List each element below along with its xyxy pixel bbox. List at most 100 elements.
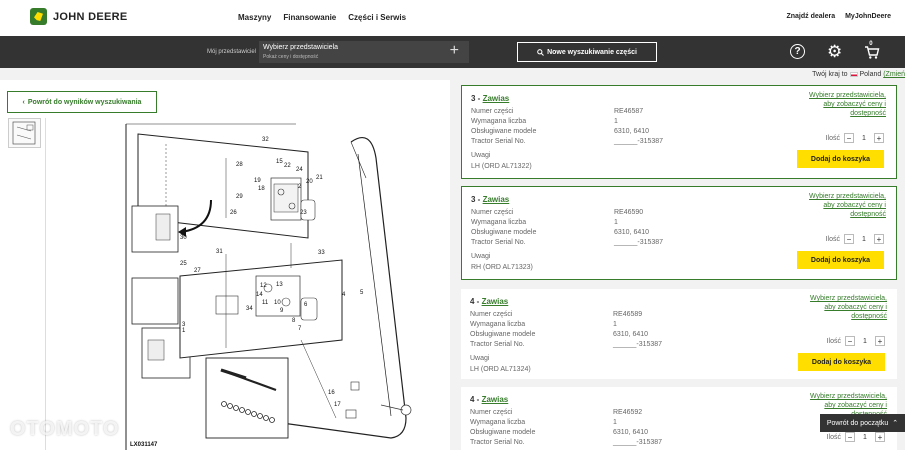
qty-increase-button[interactable]: +	[875, 336, 885, 346]
callout-label[interactable]: 15	[276, 159, 283, 165]
callout-label[interactable]: 11	[262, 300, 269, 306]
callout-label[interactable]: 22	[284, 163, 291, 169]
top-navigation: JOHN DEERE Maszyny Finansowanie Części i…	[0, 0, 905, 36]
diagram-thumbnail[interactable]	[8, 118, 41, 148]
myjohndeere-link[interactable]: MyJohnDeere	[845, 13, 891, 20]
result-part-link[interactable]: Zawias	[482, 297, 509, 306]
result-part-link[interactable]: Zawias	[483, 94, 510, 103]
callout-label[interactable]: 21	[316, 175, 323, 181]
callout-label[interactable]: 32	[262, 137, 269, 143]
callout-label[interactable]: 30	[180, 235, 187, 241]
serial-value: ______-315387	[613, 341, 663, 348]
add-to-cart-button[interactable]: Dodaj do koszyka	[797, 251, 884, 269]
qty-value[interactable]: 1	[859, 434, 871, 441]
required-qty-value: 1	[613, 419, 617, 426]
qty-value[interactable]: 1	[859, 338, 871, 345]
callout-label[interactable]: 18	[258, 186, 265, 192]
callout-label[interactable]: 12	[260, 283, 267, 289]
callout-label[interactable]: 10	[274, 300, 281, 306]
qty-value[interactable]: 1	[858, 135, 870, 142]
select-dealer-link[interactable]: Wybierz przedstawiciela, aby zobaczyć ce…	[806, 91, 886, 118]
quantity-stepper: Ilość −1 +	[826, 234, 884, 244]
add-to-cart-button[interactable]: Dodaj do koszyka	[797, 150, 884, 168]
models-label: Obsługiwane modele	[470, 331, 536, 338]
callout-label[interactable]: 19	[254, 178, 261, 184]
new-search-button[interactable]: Nowe wyszukiwanie części	[517, 42, 657, 62]
required-qty-label: Wymagana liczba	[470, 321, 526, 328]
watermark: OTOMOTO	[10, 418, 120, 440]
callout-label[interactable]: 13	[276, 282, 283, 288]
cart-icon[interactable]: 0	[864, 41, 880, 60]
parts-diagram[interactable]: 32 29 15 26 28 22 24 20 21 2 19 18 23 33 30 31 25 27 34 14 1…	[45, 118, 445, 450]
search-icon	[537, 48, 544, 56]
serial-value: ______-315387	[614, 138, 664, 145]
diagram-panel: ‹ Powrót do wyników wyszukiwania 32 29 1…	[0, 80, 450, 450]
callout-label[interactable]: 34	[246, 306, 253, 312]
callout-label[interactable]: 24	[296, 167, 303, 173]
nav-link-parts-service[interactable]: Części i Serwis	[348, 13, 406, 22]
part-number-label: Numer części	[470, 311, 513, 318]
qty-value[interactable]: 1	[858, 236, 870, 243]
callout-label[interactable]: 29	[236, 194, 243, 200]
callout-label[interactable]: 4	[342, 292, 346, 298]
qty-decrease-button[interactable]: −	[845, 336, 855, 346]
dealer-title: Wybierz przedstawiciela	[263, 44, 339, 51]
nav-link-machines[interactable]: Maszyny	[238, 13, 271, 22]
add-to-cart-button[interactable]: Dodaj do koszyka	[798, 353, 885, 371]
models-label: Obsługiwane modele	[470, 429, 536, 436]
nav-link-financing[interactable]: Finansowanie	[283, 13, 336, 22]
required-qty-label: Wymagana liczba	[471, 118, 527, 125]
serial-label: Tractor Serial No.	[471, 239, 526, 246]
quantity-stepper: Ilość −1 +	[827, 336, 885, 346]
gear-icon[interactable]: ⚙	[827, 43, 842, 60]
part-number-value: RE46590	[614, 209, 644, 216]
callout-label[interactable]: 27	[194, 268, 201, 274]
callout-label[interactable]: 20	[306, 179, 313, 185]
qty-decrease-button[interactable]: −	[845, 432, 855, 442]
part-number-label: Numer części	[471, 209, 514, 216]
notes-label: Uwagi	[471, 152, 491, 159]
result-part-link[interactable]: Zawias	[483, 195, 510, 204]
callout-label[interactable]: 16	[328, 390, 335, 396]
qty-decrease-button[interactable]: −	[844, 133, 854, 143]
toolbar-icons: ? ⚙ 0	[790, 41, 880, 60]
result-title: 4 - Zawias	[470, 297, 508, 306]
back-to-results-label: Powrót do wyników wyszukiwania	[27, 98, 142, 106]
qty-increase-button[interactable]: +	[874, 133, 884, 143]
add-to-cart-label: Dodaj do koszyka	[810, 155, 871, 163]
callout-label[interactable]: 28	[236, 162, 243, 168]
utility-links: Znajdź dealera MyJohnDeere	[786, 13, 891, 20]
callout-label[interactable]: 17	[334, 402, 341, 408]
models-value: 6310, 6410	[613, 331, 649, 338]
callout-label[interactable]: 33	[318, 250, 325, 256]
callout-label[interactable]: 5	[360, 290, 364, 296]
plus-icon[interactable]: +	[450, 42, 459, 60]
callout-label[interactable]: 26	[230, 210, 237, 216]
qty-increase-button[interactable]: +	[874, 234, 884, 244]
qty-label: Ilość	[826, 433, 841, 441]
callout-label[interactable]: 31	[216, 249, 223, 255]
required-qty-value: 1	[613, 321, 617, 328]
back-to-top-button[interactable]: Powrót do początku ⌃	[820, 414, 905, 432]
callout-label[interactable]: 14	[256, 292, 263, 298]
callout-label[interactable]: 23	[300, 210, 307, 216]
find-dealer-link[interactable]: Znajdź dealera	[786, 13, 835, 20]
models-value: 6310, 6410	[614, 229, 650, 236]
callout-label[interactable]: 25	[180, 261, 187, 267]
brand-logo[interactable]: JOHN DEERE	[30, 8, 128, 25]
qty-decrease-button[interactable]: −	[844, 234, 854, 244]
dealer-selector[interactable]: Wybierz przedstawiciela Pokaż ceny i dos…	[259, 41, 469, 63]
qty-increase-button[interactable]: +	[875, 432, 885, 442]
part-number-value: RE46592	[613, 409, 643, 416]
notes-value: LH (ORD AL71322)	[471, 163, 532, 170]
change-country-link[interactable]: (Zmień	[883, 71, 905, 78]
serial-label: Tractor Serial No.	[470, 341, 525, 348]
result-part-link[interactable]: Zawias	[482, 395, 509, 404]
back-to-results-button[interactable]: ‹ Powrót do wyników wyszukiwania	[7, 91, 157, 113]
quantity-stepper: Ilość −1 +	[827, 432, 885, 442]
result-title: 3 - Zawias	[471, 94, 509, 103]
help-icon[interactable]: ?	[790, 44, 805, 59]
part-number-label: Numer części	[470, 409, 513, 416]
select-dealer-link[interactable]: Wybierz przedstawiciela, aby zobaczyć ce…	[807, 294, 887, 321]
select-dealer-link[interactable]: Wybierz przedstawiciela, aby zobaczyć ce…	[806, 192, 886, 219]
